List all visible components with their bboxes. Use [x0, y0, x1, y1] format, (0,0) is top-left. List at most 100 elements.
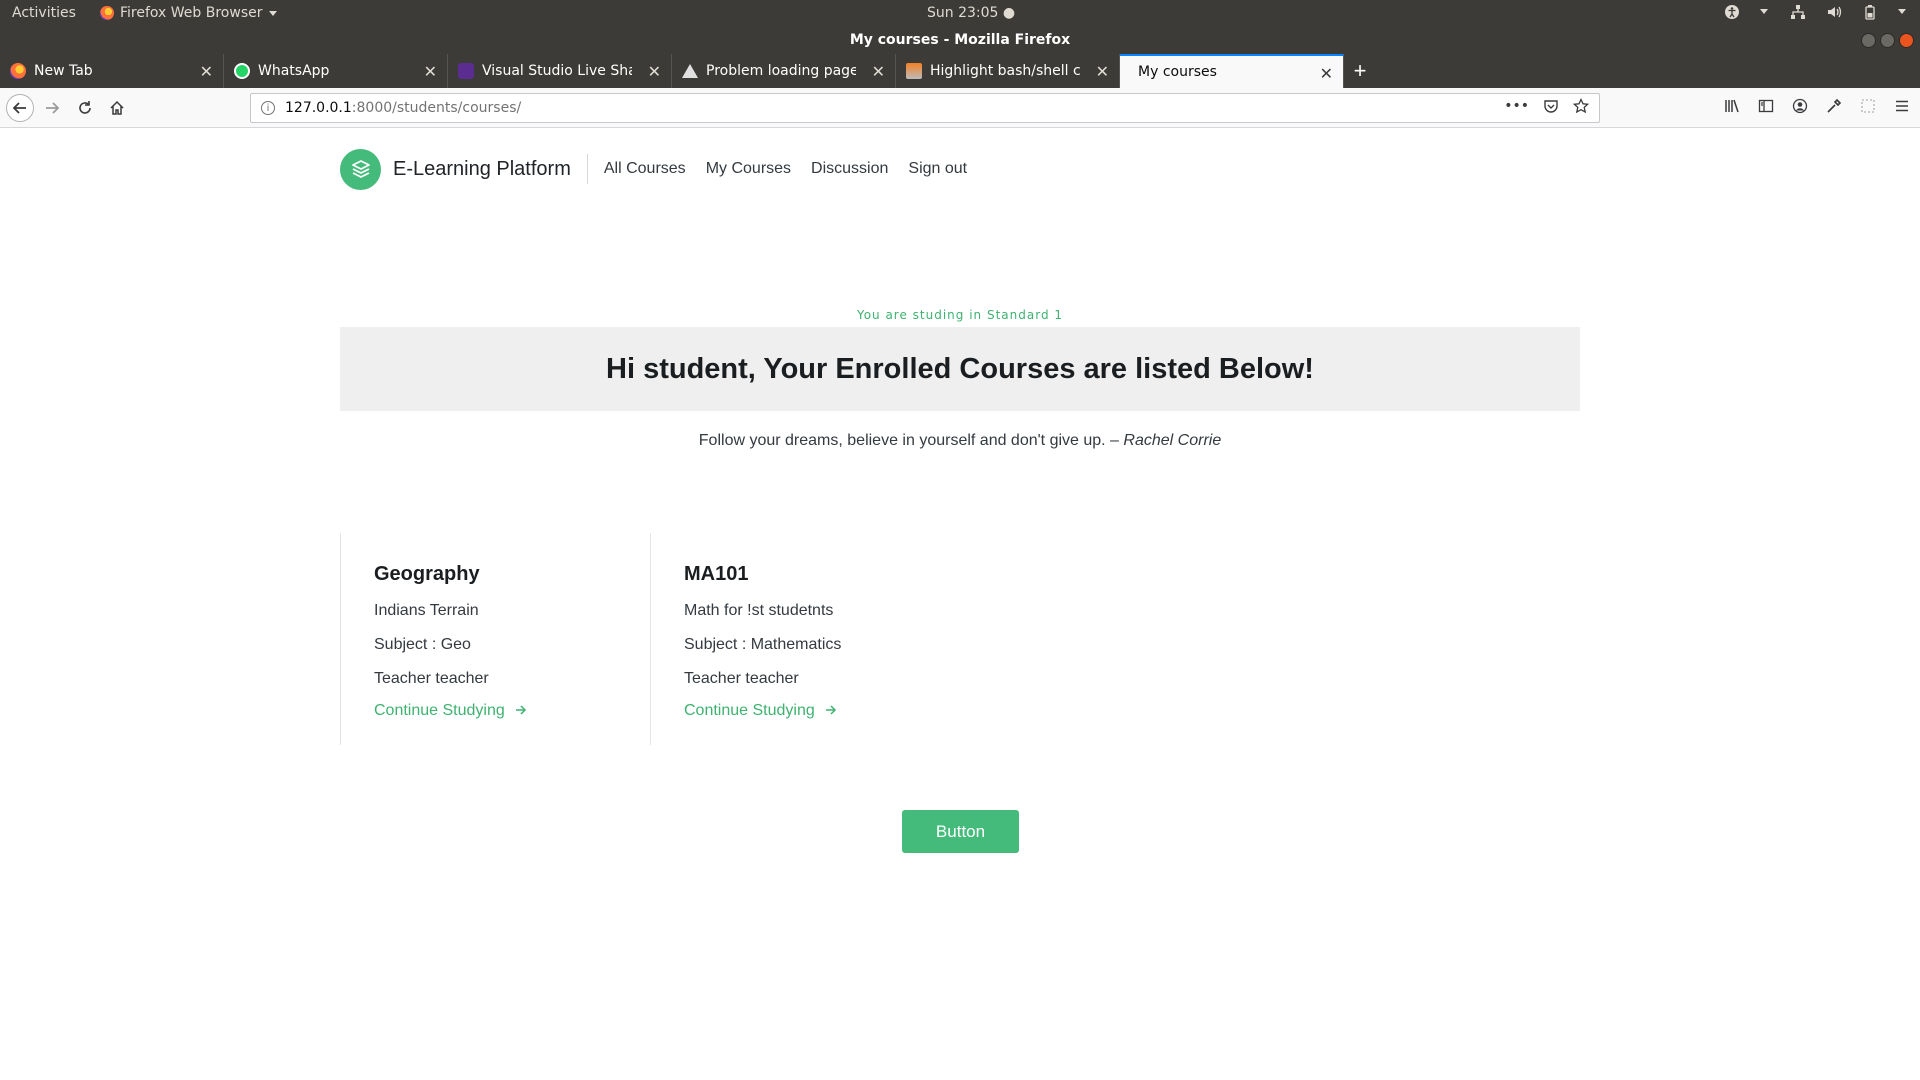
close-icon[interactable]: ✕: [648, 62, 661, 81]
pocket-icon[interactable]: [1543, 98, 1559, 118]
back-arrow-icon: [12, 102, 26, 114]
tab-my-courses[interactable]: My courses ✕: [1120, 54, 1344, 88]
course-teacher: Teacher teacher: [684, 670, 799, 687]
network-icon[interactable]: [1790, 4, 1805, 19]
chevron-down-icon[interactable]: [1898, 8, 1906, 14]
window-title: My courses - Mozilla Firefox: [849, 32, 1071, 48]
close-window-button[interactable]: [1899, 33, 1914, 48]
new-tab-button[interactable]: +: [1344, 54, 1376, 88]
info-icon[interactable]: i: [261, 101, 275, 115]
tab-problem-loading-page[interactable]: Problem loading page ✕: [672, 54, 896, 88]
course-subject: Subject : Geo: [374, 636, 471, 653]
home-icon: [110, 100, 124, 115]
nav-discussion[interactable]: Discussion: [811, 160, 888, 178]
nav-my-courses[interactable]: My Courses: [706, 160, 791, 178]
url-path: :8000/students/courses/: [351, 100, 522, 116]
tab-whatsapp[interactable]: WhatsApp ✕: [224, 54, 448, 88]
activities-button[interactable]: Activities: [12, 5, 76, 21]
firefox-icon: [100, 6, 114, 20]
tab-strip: New Tab ✕ WhatsApp ✕ Visual Studio Live …: [0, 54, 1920, 88]
home-button[interactable]: [105, 96, 129, 120]
close-icon[interactable]: ✕: [1096, 62, 1109, 81]
eyedropper-icon[interactable]: [1826, 98, 1842, 118]
volume-icon[interactable]: [1826, 4, 1842, 18]
quote-author: Rachel Corrie: [1123, 432, 1222, 449]
hero-banner: Hi student, Your Enrolled Courses are li…: [340, 327, 1580, 411]
course-list: Geography Indians Terrain Subject : Geo …: [340, 533, 960, 745]
chevron-down-icon: [268, 10, 277, 16]
tab-label: My courses: [1138, 64, 1217, 80]
course-title: Geography: [374, 563, 480, 585]
tab-label: Highlight bash/shell code: [930, 63, 1080, 79]
close-icon[interactable]: ✕: [1320, 64, 1333, 83]
whatsapp-icon: [234, 63, 250, 79]
course-description: Math for !st studetnts: [684, 602, 834, 619]
menu-icon[interactable]: [1894, 98, 1910, 118]
web-page: E-Learning Platform All Courses My Cours…: [0, 129, 1920, 1080]
arrow-right-icon: [825, 703, 837, 719]
reload-icon: [79, 101, 91, 114]
nav-all-courses[interactable]: All Courses: [604, 160, 686, 178]
system-tray: [1724, 4, 1906, 20]
tab-visual-studio-live-share[interactable]: Visual Studio Live Share ✕: [448, 54, 672, 88]
standard-note: You are studing in Standard 1: [856, 308, 1064, 322]
url-host: 127.0.0.1: [285, 100, 352, 116]
quote-text: Follow your dreams, believe in yourself …: [698, 432, 1119, 449]
tab-label: WhatsApp: [258, 63, 330, 79]
navigation-toolbar: i 127.0.0.1:8000/students/courses/ •••: [0, 88, 1920, 128]
extension-icon[interactable]: [1860, 98, 1876, 118]
close-icon[interactable]: ✕: [200, 62, 213, 81]
continue-studying-link[interactable]: Continue Studying: [374, 702, 650, 720]
app-menu[interactable]: Firefox Web Browser: [100, 5, 277, 21]
toolbar-right: [1724, 98, 1910, 118]
course-title: MA101: [684, 563, 749, 585]
tab-label: New Tab: [34, 63, 93, 79]
forward-arrow-icon: [46, 102, 60, 114]
continue-studying-label: Continue Studying: [684, 702, 815, 719]
sidebar-icon[interactable]: [1758, 98, 1774, 118]
course-teacher: Teacher teacher: [374, 670, 489, 687]
tab-new-tab[interactable]: New Tab ✕: [0, 54, 224, 88]
course-description: Indians Terrain: [374, 602, 479, 619]
course-subject: Subject : Mathematics: [684, 636, 842, 653]
nav-sign-out[interactable]: Sign out: [908, 160, 967, 178]
window-title-bar: My courses - Mozilla Firefox: [0, 27, 1920, 54]
brand-name[interactable]: E-Learning Platform: [393, 158, 571, 181]
reload-button[interactable]: [73, 96, 97, 120]
course-card: MA101 Math for !st studetnts Subject : M…: [650, 533, 960, 745]
layers-icon[interactable]: [340, 148, 381, 190]
continue-studying-link[interactable]: Continue Studying: [684, 702, 960, 720]
main-button[interactable]: Button: [902, 810, 1019, 853]
tab-highlight-bash[interactable]: Highlight bash/shell code ✕: [896, 54, 1120, 88]
back-button[interactable]: [6, 94, 34, 122]
app-menu-label: Firefox Web Browser: [120, 5, 263, 21]
course-card: Geography Indians Terrain Subject : Geo …: [340, 533, 650, 745]
warning-icon: [682, 64, 698, 78]
stackoverflow-icon: [906, 63, 922, 79]
battery-icon[interactable]: [1862, 4, 1876, 20]
tab-label: Visual Studio Live Share: [482, 63, 632, 79]
forward-button[interactable]: [40, 96, 64, 120]
quote: Follow your dreams, believe in yourself …: [0, 432, 1920, 450]
close-icon[interactable]: ✕: [424, 62, 437, 81]
clock[interactable]: Sun 23:05 ●: [927, 5, 1015, 21]
nav-divider: [586, 154, 588, 184]
minimize-button[interactable]: [1861, 33, 1876, 48]
tab-label: Problem loading page: [706, 63, 856, 79]
page-actions-icon[interactable]: •••: [1504, 98, 1529, 118]
site-navbar: E-Learning Platform All Courses My Cours…: [340, 148, 987, 190]
maximize-button[interactable]: [1880, 33, 1895, 48]
continue-studying-label: Continue Studying: [374, 702, 505, 719]
page-title: Hi student, Your Enrolled Courses are li…: [606, 352, 1314, 385]
system-top-panel: Activities Firefox Web Browser Sun 23:05…: [0, 0, 1920, 27]
bookmark-star-icon[interactable]: [1572, 97, 1590, 118]
arrow-right-icon: [515, 703, 527, 719]
library-icon[interactable]: [1724, 98, 1740, 118]
url-actions: •••: [1504, 97, 1590, 118]
address-bar[interactable]: i 127.0.0.1:8000/students/courses/ •••: [250, 93, 1600, 123]
window-controls: [1861, 33, 1914, 48]
accessibility-icon[interactable]: [1724, 4, 1739, 19]
close-icon[interactable]: ✕: [872, 62, 885, 81]
chevron-down-icon[interactable]: [1760, 8, 1768, 14]
account-icon[interactable]: [1792, 98, 1808, 118]
